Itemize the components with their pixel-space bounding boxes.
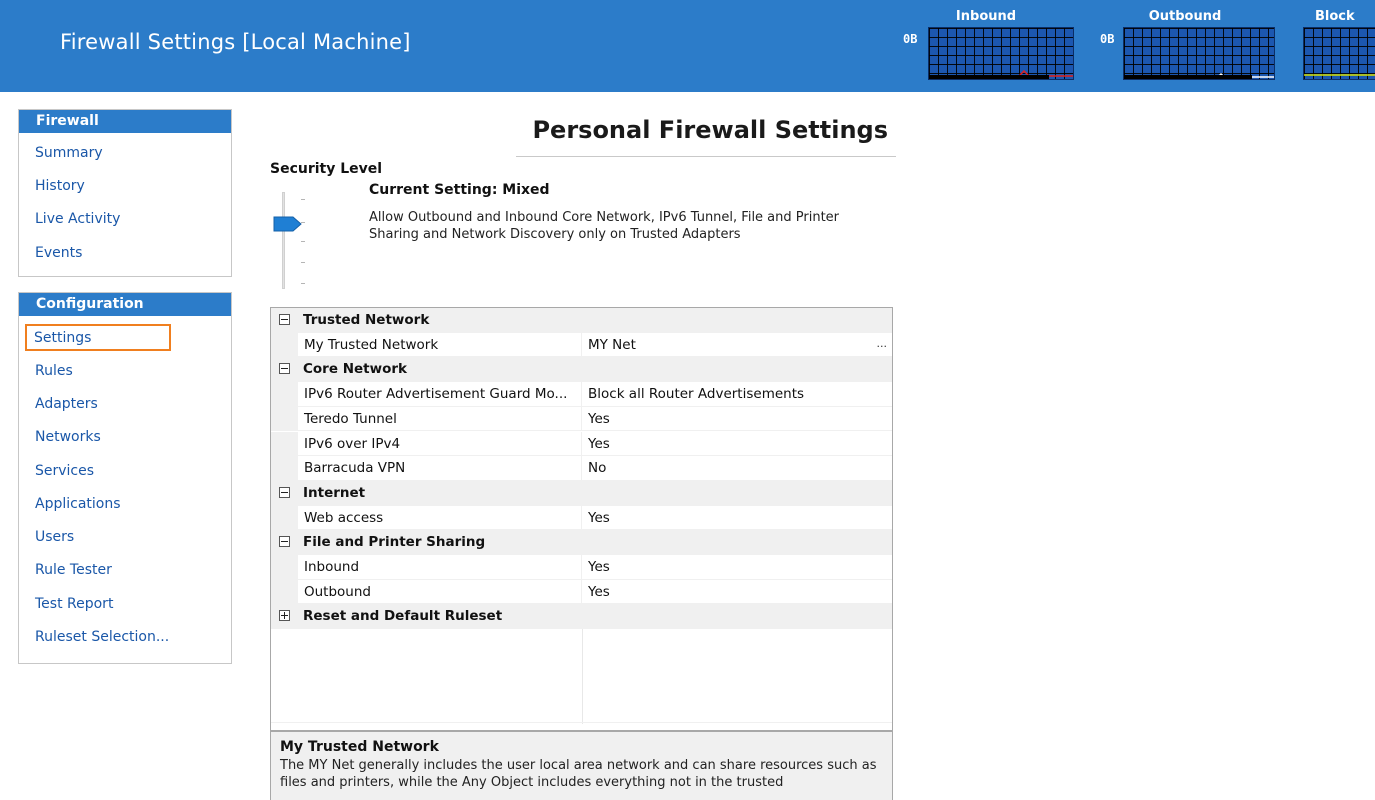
- help-text: The MY Net generally includes the user l…: [280, 758, 877, 790]
- block-label: Block: [1315, 9, 1355, 24]
- expand-icon[interactable]: [279, 610, 290, 622]
- row-margin: [271, 382, 298, 406]
- inbound-traffic-line: [929, 69, 1073, 77]
- nav-item-networks[interactable]: Networks: [19, 421, 231, 454]
- collapse-icon[interactable]: [279, 486, 290, 498]
- security-level-slider-thumb[interactable]: [273, 215, 303, 233]
- outbound-traffic-line: [1124, 72, 1274, 78]
- security-level-description: Allow Outbound and Inbound Core Network,…: [369, 210, 840, 242]
- nav-item-test-report[interactable]: Test Report: [19, 587, 231, 620]
- configuration-nav-heading: Configuration: [19, 293, 231, 316]
- security-level-slider-track[interactable]: [282, 192, 285, 289]
- collapse-icon[interactable]: [279, 363, 290, 375]
- category-core-network[interactable]: Core Network: [271, 357, 892, 383]
- inbound-value: 0B: [903, 32, 918, 46]
- property-name[interactable]: Teredo Tunnel: [300, 406, 582, 431]
- security-level-label: Security Level: [270, 161, 383, 177]
- property-value[interactable]: No: [584, 456, 890, 480]
- property-value[interactable]: Yes: [584, 506, 890, 530]
- property-value[interactable]: MY Net: [584, 333, 890, 357]
- block-traffic-line: [1304, 74, 1375, 76]
- outbound-value: 0B: [1100, 32, 1115, 46]
- outbound-label: Outbound: [1148, 9, 1222, 24]
- slider-tick: [301, 283, 305, 284]
- property-row-ipv6-over-ipv4[interactable]: IPv6 over IPv4 Yes: [271, 431, 892, 457]
- category-title: Core Network: [303, 361, 407, 378]
- property-row-sharing-outbound[interactable]: Outbound Yes: [271, 579, 892, 605]
- nav-item-live-activity[interactable]: Live Activity: [19, 203, 231, 236]
- collapse-icon[interactable]: [279, 536, 290, 548]
- grid-bottom-rule: [271, 722, 892, 723]
- outbound-graph: [1123, 27, 1275, 80]
- nav-item-history[interactable]: History: [19, 169, 231, 202]
- category-title: File and Printer Sharing: [303, 534, 486, 551]
- category-reset-default-ruleset[interactable]: Reset and Default Ruleset: [271, 604, 892, 630]
- property-help-panel: My Trusted Network The MY Net generally …: [270, 731, 893, 800]
- property-value[interactable]: Yes: [584, 555, 890, 579]
- property-row-barracuda-vpn[interactable]: Barracuda VPN No: [271, 456, 892, 481]
- block-graph: [1303, 27, 1375, 80]
- inbound-graph: [928, 27, 1074, 80]
- row-margin: [271, 332, 298, 357]
- nav-item-ruleset-selection[interactable]: Ruleset Selection...: [19, 620, 231, 653]
- help-title: My Trusted Network: [280, 739, 439, 755]
- category-file-printer-sharing[interactable]: File and Printer Sharing: [271, 530, 892, 555]
- configuration-nav-panel: Configuration Settings Rules Adapters Ne…: [18, 292, 232, 664]
- property-name[interactable]: IPv6 over IPv4: [300, 431, 582, 456]
- title-bar: Firewall Settings [Local Machine] Inboun…: [0, 0, 1375, 92]
- property-row-my-trusted-network[interactable]: My Trusted Network MY Net ...: [271, 332, 892, 358]
- property-name[interactable]: Barracuda VPN: [300, 456, 582, 480]
- grid-column-splitter[interactable]: [582, 629, 583, 724]
- outbound-graph-baseline: [1124, 75, 1252, 79]
- nav-item-summary[interactable]: Summary: [19, 136, 231, 169]
- firewall-nav-heading: Firewall: [19, 110, 231, 133]
- slider-tick: [301, 199, 305, 200]
- property-value[interactable]: Yes: [584, 432, 890, 456]
- grid-empty-margin: [271, 629, 298, 724]
- row-margin: [271, 505, 298, 530]
- property-name[interactable]: Outbound: [300, 579, 582, 604]
- property-name[interactable]: Inbound: [300, 555, 582, 579]
- settings-property-grid: Trusted Network My Trusted Network MY Ne…: [270, 307, 893, 731]
- nav-item-applications[interactable]: Applications: [19, 487, 231, 520]
- app-title: Firewall Settings [Local Machine]: [60, 30, 411, 54]
- property-row-teredo-tunnel[interactable]: Teredo Tunnel Yes: [271, 406, 892, 432]
- property-row-sharing-inbound[interactable]: Inbound Yes: [271, 555, 892, 580]
- nav-item-rules[interactable]: Rules: [19, 354, 231, 387]
- row-margin: [271, 555, 298, 579]
- page-title: Personal Firewall Settings: [532, 116, 888, 144]
- category-title: Reset and Default Ruleset: [303, 608, 503, 625]
- row-margin: [271, 579, 298, 604]
- nav-item-settings[interactable]: Settings: [25, 324, 171, 351]
- browse-button[interactable]: ...: [877, 337, 888, 350]
- row-margin: [271, 456, 298, 480]
- row-margin: [271, 406, 298, 431]
- slider-tick: [301, 241, 305, 242]
- property-name[interactable]: My Trusted Network: [300, 332, 582, 357]
- property-value[interactable]: Block all Router Advertisements: [584, 382, 890, 406]
- category-trusted-network[interactable]: Trusted Network: [271, 308, 892, 333]
- property-name[interactable]: IPv6 Router Advertisement Guard Mo...: [300, 382, 582, 406]
- row-margin: [271, 431, 298, 456]
- nav-item-rule-tester[interactable]: Rule Tester: [19, 554, 231, 587]
- firewall-nav-panel: Firewall Summary History Live Activity E…: [18, 109, 232, 277]
- property-value[interactable]: Yes: [584, 580, 890, 604]
- slider-tick: [301, 262, 305, 263]
- collapse-icon[interactable]: [279, 314, 290, 325]
- inbound-graph-baseline: [929, 75, 1049, 79]
- nav-item-users[interactable]: Users: [19, 520, 231, 553]
- nav-item-adapters[interactable]: Adapters: [19, 387, 231, 420]
- inbound-label: Inbound: [955, 9, 1017, 24]
- category-title: Internet: [303, 484, 366, 501]
- property-name[interactable]: Web access: [300, 505, 582, 530]
- property-row-router-advertisement-guard[interactable]: IPv6 Router Advertisement Guard Mo... Bl…: [271, 382, 892, 407]
- nav-item-events[interactable]: Events: [19, 236, 231, 269]
- category-title: Trusted Network: [303, 312, 430, 328]
- current-setting-label: Current Setting: Mixed: [369, 182, 550, 198]
- title-divider: [516, 156, 896, 157]
- category-internet[interactable]: Internet: [271, 480, 892, 506]
- property-row-web-access[interactable]: Web access Yes: [271, 505, 892, 531]
- property-value[interactable]: Yes: [584, 407, 890, 431]
- nav-item-services[interactable]: Services: [19, 454, 231, 487]
